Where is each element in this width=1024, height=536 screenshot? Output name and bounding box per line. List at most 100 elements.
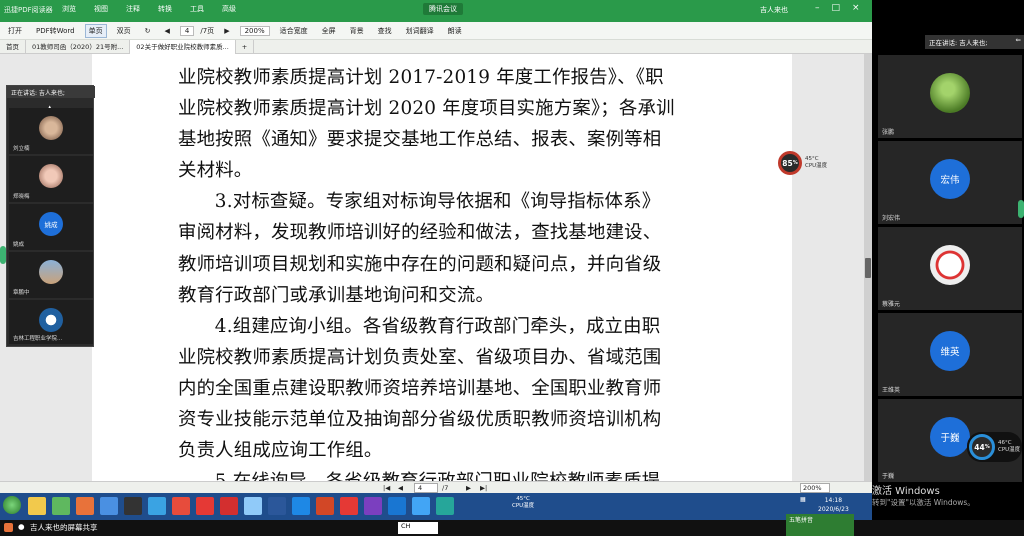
cpu-temp: 45°C: [805, 156, 819, 162]
cpu-temp-label: CPU温度: [998, 447, 1021, 453]
participant-tile[interactable]: 姚成 姚成: [9, 204, 93, 250]
onenote-icon[interactable]: [364, 497, 382, 515]
menu-advanced[interactable]: 高级: [222, 4, 236, 14]
new-tab-icon[interactable]: +: [236, 39, 255, 54]
participant-name: 郑晓梅: [13, 194, 30, 200]
participant-tile[interactable]: 郑晓梅: [9, 156, 93, 202]
participant-tile[interactable]: 维英 王维英: [878, 313, 1022, 396]
participant-name: 王维英: [882, 387, 901, 394]
browser-icon[interactable]: [76, 497, 94, 515]
rotate-icon[interactable]: ↻: [141, 25, 155, 37]
scroll-handle[interactable]: [865, 258, 871, 278]
document-text: 业院校教师素质提高计划 2017-2019 年度工作报告》、《职业院校教师素质提…: [178, 62, 678, 520]
app-icon[interactable]: [388, 497, 406, 515]
translate-button[interactable]: 划词翻译: [402, 24, 438, 38]
app-icon[interactable]: [292, 497, 310, 515]
tab-document-1[interactable]: 01教师司函（2020）21号附...: [26, 39, 131, 54]
double-page-button[interactable]: 双页: [113, 24, 135, 38]
open-button[interactable]: 打开: [4, 24, 26, 38]
next-page-icon[interactable]: ▶: [220, 25, 233, 37]
participant-tile[interactable]: 张鹏: [878, 55, 1022, 138]
tab-document-2[interactable]: 02关于做好职业院校教师素质...: [130, 39, 236, 54]
app-icon[interactable]: [172, 497, 190, 515]
speaking-label: 正在讲话: 吉人来也; ⇐: [925, 35, 1024, 49]
activation-title: 激活 Windows: [872, 486, 940, 497]
network-icon[interactable]: ▦: [800, 496, 806, 503]
app-icon[interactable]: [244, 497, 262, 515]
app-icon[interactable]: [340, 497, 358, 515]
find-button[interactable]: 查找: [374, 24, 396, 38]
app-icon[interactable]: [412, 497, 430, 515]
minimize-icon[interactable]: –: [815, 3, 820, 13]
avatar: [39, 164, 63, 188]
participant-name: 蔡雅元: [882, 301, 901, 308]
tab-home[interactable]: 首页: [0, 39, 26, 54]
window-buttons: – □ ×: [815, 3, 860, 13]
page-number-input[interactable]: 4: [179, 25, 195, 36]
menu-tools[interactable]: 工具: [190, 4, 204, 14]
avatar: [930, 73, 970, 113]
status-page-input[interactable]: 4: [414, 483, 438, 493]
app-icon[interactable]: [220, 497, 238, 515]
meeting-badge[interactable]: 腾讯会议: [423, 3, 463, 15]
start-button-icon[interactable]: [3, 496, 21, 514]
participant-tile[interactable]: 章鹏中: [9, 252, 93, 298]
participant-name: 刘宏伟: [882, 215, 901, 222]
next-page-icon[interactable]: ▶: [466, 484, 471, 492]
read-aloud-button[interactable]: 朗读: [444, 24, 466, 38]
share-status-bar: [0, 520, 1024, 536]
app-icon[interactable]: [52, 497, 70, 515]
app-icon[interactable]: [148, 497, 166, 515]
participant-tile[interactable]: 蔡雅元: [878, 227, 1022, 310]
prev-page-icon[interactable]: ◀: [398, 484, 403, 492]
file-explorer-icon[interactable]: [28, 497, 46, 515]
mic-icon[interactable]: ●: [18, 522, 25, 531]
close-icon[interactable]: ×: [852, 3, 860, 13]
menu-annotate[interactable]: 注释: [126, 4, 140, 14]
pdf-to-word-button[interactable]: PDF转Word: [32, 24, 79, 38]
avatar: 宏伟: [930, 159, 970, 199]
word-icon[interactable]: [268, 497, 286, 515]
cpu-percent: 85%: [778, 151, 802, 175]
fullscreen-button[interactable]: 全屏: [318, 24, 340, 38]
menu-view[interactable]: 视图: [94, 4, 108, 14]
avatar: [39, 260, 63, 284]
fit-width-button[interactable]: 适合宽度: [276, 24, 312, 38]
cpu-meter: 85% 45°C CPU温度: [778, 151, 827, 175]
participant-tile[interactable]: 宏伟 刘宏伟: [878, 141, 1022, 224]
ime-toolbar[interactable]: 五笔拼音: [786, 514, 854, 536]
participant-name: 章鹏中: [13, 290, 30, 296]
menu-browse[interactable]: 浏览: [62, 4, 76, 14]
app-icon[interactable]: [124, 497, 142, 515]
page-total: /7页: [200, 26, 215, 35]
activation-subtitle: 转到"设置"以激活 Windows。: [872, 498, 975, 507]
background-button[interactable]: 背景: [346, 24, 368, 38]
share-label: 吉人来也的屏幕共享: [30, 523, 98, 532]
input-language[interactable]: CH: [398, 522, 438, 534]
side-toggle-icon[interactable]: [0, 246, 6, 264]
side-toggle-icon[interactable]: [1018, 200, 1024, 218]
app-icon[interactable]: [100, 497, 118, 515]
status-zoom[interactable]: 200%: [800, 483, 830, 493]
participant-panel-left: 正在讲话: 吉人来也; ▲ 刘立楠 郑晓梅 姚成 姚成 章鹏中 吉林工程职业学院…: [6, 85, 95, 347]
app-icon[interactable]: [196, 497, 214, 515]
prev-page-icon[interactable]: ◀: [161, 25, 174, 37]
powerpoint-icon[interactable]: [316, 497, 334, 515]
single-page-button[interactable]: 单页: [84, 23, 107, 38]
clock[interactable]: 14:18 2020/6/23: [818, 496, 849, 514]
last-page-icon[interactable]: ▶|: [480, 484, 487, 492]
first-page-icon[interactable]: |◀: [383, 484, 390, 492]
menu-bar: 浏览 视图 注释 转换 工具 高级: [62, 4, 236, 14]
avatar: 于巍: [930, 417, 970, 457]
speaking-label: 正在讲话: 吉人来也;: [7, 86, 95, 98]
paragraph: 业院校教师素质提高计划 2017-2019 年度工作报告》、《职业院校教师素质提…: [178, 67, 675, 182]
collapse-icon[interactable]: ⇐: [1016, 36, 1021, 44]
ime-label: 五笔拼音: [789, 517, 814, 524]
zoom-select[interactable]: 200%: [239, 25, 270, 36]
paragraph: 3.对标查疑。专家组对标询导依据和《询导指标体系》审阅材料，发现教师培训好的经验…: [178, 191, 662, 306]
app-icon[interactable]: [436, 497, 454, 515]
menu-convert[interactable]: 转换: [158, 4, 172, 14]
maximize-icon[interactable]: □: [832, 3, 841, 13]
participant-tile[interactable]: 刘立楠: [9, 108, 93, 154]
participant-tile[interactable]: 吉林工程职业学院...: [9, 300, 93, 344]
